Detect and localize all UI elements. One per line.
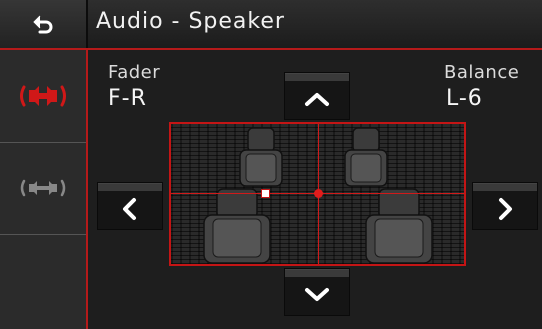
page-title: Audio - Speaker [96, 9, 285, 34]
center-marker [314, 189, 323, 198]
fader-up-button[interactable] [284, 72, 350, 120]
chevron-down-icon [305, 288, 329, 301]
header-bar: Audio - Speaker [0, 0, 542, 48]
back-arrow-icon [33, 15, 53, 34]
chevron-right-icon [499, 198, 512, 220]
speaker-balance-grid[interactable] [169, 122, 466, 266]
chevron-up-icon [305, 93, 329, 106]
fader-down-button[interactable] [284, 268, 350, 316]
seat-front-right-icon [344, 127, 388, 187]
balance-left-button[interactable] [97, 182, 163, 230]
speaker-inactive-icon [20, 179, 66, 197]
back-button[interactable] [0, 0, 88, 48]
balance-right-button[interactable] [472, 182, 538, 230]
chevron-left-icon [123, 198, 136, 220]
fader-value: F-R [108, 86, 147, 111]
sidebar [0, 50, 88, 329]
position-marker[interactable] [261, 189, 270, 198]
fader-label: Fader [108, 62, 161, 83]
balance-label: Balance [444, 62, 520, 83]
balance-value: L-6 [446, 86, 483, 111]
seat-rear-right-icon [365, 188, 433, 264]
speaker-active-icon [20, 85, 66, 107]
sidebar-item-speaker-setting[interactable] [0, 142, 86, 235]
seat-front-left-icon [239, 127, 283, 187]
sidebar-item-speaker-balance[interactable] [0, 50, 86, 143]
seat-rear-left-icon [203, 188, 271, 264]
